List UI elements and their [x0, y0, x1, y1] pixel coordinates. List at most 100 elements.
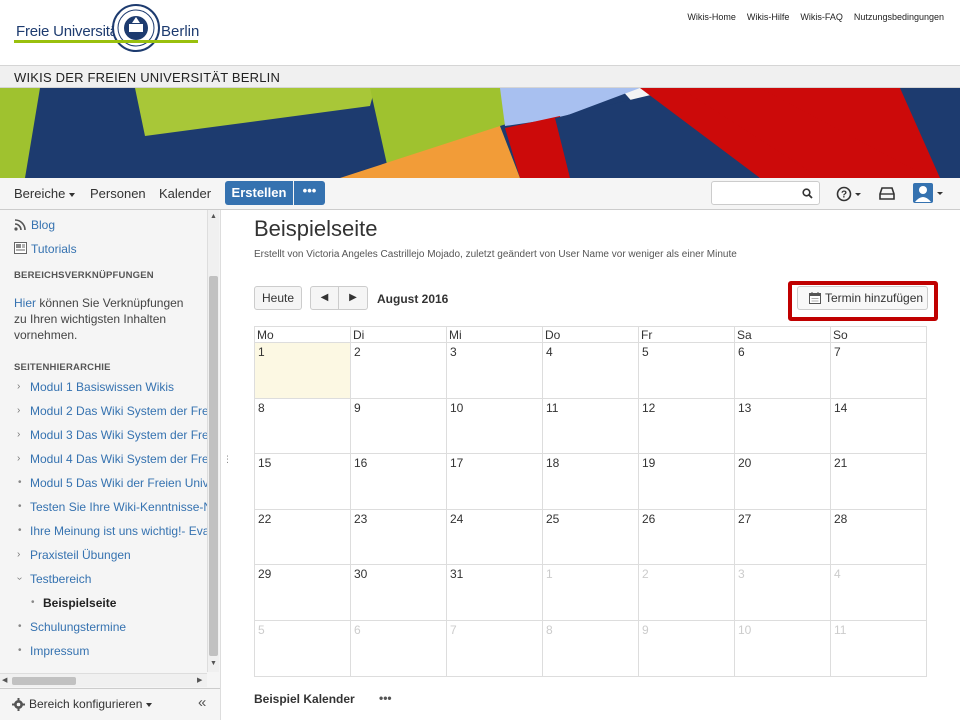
tree-item-modul-3[interactable]: Modul 3 Das Wiki System der Freie: [30, 428, 208, 442]
tree-item-impressum[interactable]: Impressum: [30, 644, 208, 658]
sidebar-horizontal-scrollbar[interactable]: ◀ ▶: [0, 673, 207, 687]
top-link-terms[interactable]: Nutzungsbedingungen: [854, 12, 944, 22]
calendar-day[interactable]: 26: [638, 508, 735, 566]
site-header: Freie Universität Berlin Wikis-Home Wiki…: [0, 0, 960, 65]
tree-item-meinung[interactable]: Ihre Meinung ist uns wichtig!- Evalu: [30, 524, 208, 538]
calendar-day[interactable]: 27: [734, 508, 831, 566]
calendar-day[interactable]: 29: [254, 564, 351, 621]
calendar-options-button[interactable]: •••: [379, 691, 392, 705]
collapse-arrow-icon[interactable]: ›: [14, 577, 25, 580]
bullet-icon: •: [18, 645, 22, 656]
calendar-day[interactable]: 23: [350, 508, 447, 566]
search-icon: [802, 188, 813, 199]
scroll-left-icon[interactable]: ◀: [2, 676, 7, 684]
calendar-day[interactable]: 15: [254, 453, 351, 510]
calendar-day[interactable]: 11: [542, 397, 639, 455]
nav-spaces[interactable]: Bereiche: [14, 186, 76, 201]
calendar-day-other-month[interactable]: 9: [638, 619, 735, 677]
tree-item-modul-2[interactable]: Modul 2 Das Wiki System der Freie: [30, 404, 208, 418]
calendar-day[interactable]: 10: [446, 397, 543, 455]
calendar-day-other-month[interactable]: 5: [254, 619, 351, 677]
top-link-wikis-hilfe[interactable]: Wikis-Hilfe: [747, 12, 790, 22]
calendar-day[interactable]: 24: [446, 508, 543, 566]
calendar-day[interactable]: 20: [734, 453, 831, 510]
expand-arrow-icon[interactable]: ›: [17, 429, 20, 440]
tree-item-schulungstermine[interactable]: Schulungstermine: [30, 620, 208, 634]
tree-item-beispielseite[interactable]: Beispielseite: [43, 596, 203, 610]
search-input[interactable]: [711, 181, 820, 205]
calendar-day[interactable]: 31: [446, 564, 543, 621]
shortcuts-link[interactable]: Hier: [14, 296, 36, 310]
tree-item-modul-5[interactable]: Modul 5 Das Wiki der Freien Unive: [30, 476, 208, 490]
calendar-day[interactable]: 6: [734, 342, 831, 399]
calendar-day[interactable]: 18: [542, 453, 639, 510]
calendar-day-other-month[interactable]: 11: [830, 619, 927, 677]
today-button[interactable]: Heute: [254, 286, 302, 310]
calendar-day[interactable]: 25: [542, 508, 639, 566]
expand-arrow-icon[interactable]: ›: [17, 549, 20, 560]
calendar-day[interactable]: 12: [638, 397, 735, 455]
calendar-day[interactable]: 7: [830, 342, 927, 399]
scroll-down-icon[interactable]: ▼: [210, 660, 217, 667]
tree-item-modul-4[interactable]: Modul 4 Das Wiki System der Freie: [30, 452, 208, 466]
expand-arrow-icon[interactable]: ›: [17, 453, 20, 464]
calendar-day-other-month[interactable]: 6: [350, 619, 447, 677]
calendar-day[interactable]: 28: [830, 508, 927, 566]
tree-item-testen[interactable]: Testen Sie Ihre Wiki-Kenntnisse-NE: [30, 500, 208, 514]
inbox-icon[interactable]: [879, 187, 895, 200]
expand-arrow-icon[interactable]: ›: [17, 405, 20, 416]
add-event-button[interactable]: Termin hinzufügen: [797, 286, 928, 310]
calendar-day[interactable]: 16: [350, 453, 447, 510]
calendar-day-other-month[interactable]: 1: [542, 564, 639, 621]
sidebar-link-blog[interactable]: Blog: [31, 218, 55, 232]
user-avatar-icon[interactable]: [912, 182, 946, 204]
calendar-day[interactable]: 9: [350, 397, 447, 455]
create-button[interactable]: Erstellen: [225, 181, 293, 205]
tree-item-testbereich[interactable]: Testbereich: [30, 572, 208, 586]
calendar-day[interactable]: 5: [638, 342, 735, 399]
calendar-day[interactable]: 14: [830, 397, 927, 455]
configure-space-label: Bereich konfigurieren: [29, 697, 143, 711]
scrollbar-thumb[interactable]: [12, 677, 76, 685]
calendar-day-today[interactable]: 1: [254, 342, 351, 399]
nav-calendar[interactable]: Kalender: [159, 186, 211, 201]
calendar-day-other-month[interactable]: 10: [734, 619, 831, 677]
tree-item-praxisteil[interactable]: Praxisteil Übungen: [30, 548, 208, 562]
top-link-wikis-faq[interactable]: Wikis-FAQ: [800, 12, 843, 22]
sidebar-vertical-scrollbar[interactable]: ▲ ▼: [207, 210, 219, 672]
shortcuts-text-line-2: zu Ihren wichtigsten Inhalten: [14, 312, 167, 326]
tree-item-modul-1[interactable]: Modul 1 Basiswissen Wikis: [30, 380, 208, 394]
calendar-day-other-month[interactable]: 3: [734, 564, 831, 621]
resize-handle-icon[interactable]: ⋮: [223, 455, 232, 464]
chevron-down-icon: [69, 192, 76, 197]
calendar-day[interactable]: 22: [254, 508, 351, 566]
calendar-day-other-month[interactable]: 8: [542, 619, 639, 677]
calendar-day[interactable]: 2: [350, 342, 447, 399]
sidebar-link-tutorials[interactable]: Tutorials: [31, 242, 77, 256]
calendar-day[interactable]: 30: [350, 564, 447, 621]
calendar-day[interactable]: 19: [638, 453, 735, 510]
gear-icon[interactable]: [12, 698, 25, 711]
scroll-right-icon[interactable]: ▶: [197, 676, 202, 684]
calendar-day-other-month[interactable]: 2: [638, 564, 735, 621]
create-more-button[interactable]: •••: [294, 181, 325, 205]
nav-people[interactable]: Personen: [90, 186, 146, 201]
calendar-day[interactable]: 21: [830, 453, 927, 510]
help-icon[interactable]: ?: [836, 186, 862, 202]
prev-month-button[interactable]: ◀: [310, 286, 339, 310]
expand-arrow-icon[interactable]: ›: [17, 381, 20, 392]
calendar-day[interactable]: 13: [734, 397, 831, 455]
calendar-day[interactable]: 17: [446, 453, 543, 510]
configure-space-button[interactable]: Bereich konfigurieren: [29, 697, 153, 711]
scrollbar-thumb[interactable]: [209, 276, 218, 656]
calendar-day[interactable]: 4: [542, 342, 639, 399]
scroll-up-icon[interactable]: ▲: [210, 213, 217, 220]
fu-logo[interactable]: Freie Universität Berlin: [14, 4, 200, 56]
next-month-button[interactable]: ▶: [338, 286, 368, 310]
top-link-wikis-home[interactable]: Wikis-Home: [687, 12, 736, 22]
calendar-day-other-month[interactable]: 4: [830, 564, 927, 621]
calendar-day-other-month[interactable]: 7: [446, 619, 543, 677]
collapse-sidebar-icon[interactable]: «: [198, 694, 206, 711]
calendar-day[interactable]: 8: [254, 397, 351, 455]
calendar-day[interactable]: 3: [446, 342, 543, 399]
